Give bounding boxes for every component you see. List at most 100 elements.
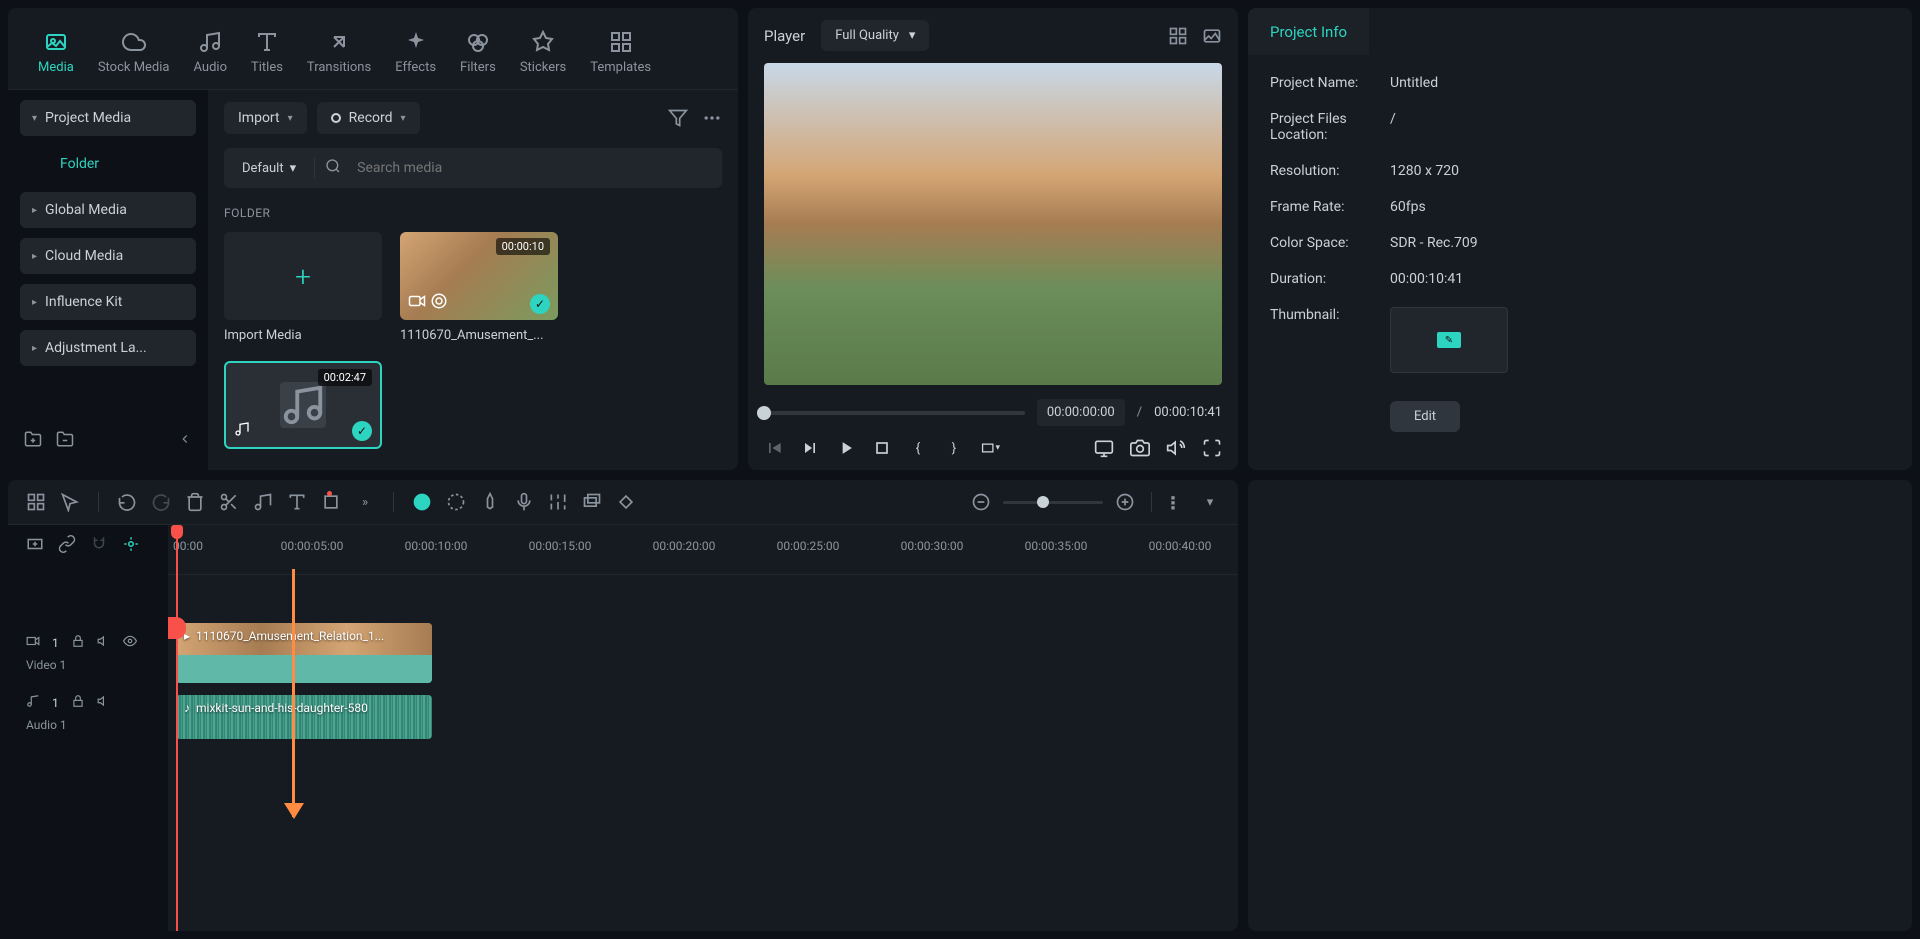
zoom-in-icon[interactable] bbox=[1115, 492, 1135, 512]
info-label-colorspace: Color Space: bbox=[1270, 235, 1390, 251]
expand-icon[interactable]: » bbox=[355, 492, 375, 512]
info-label-framerate: Frame Rate: bbox=[1270, 199, 1390, 215]
step-back-icon[interactable] bbox=[800, 438, 820, 458]
magnet-icon[interactable] bbox=[90, 533, 108, 555]
layout-icon[interactable] bbox=[26, 492, 46, 512]
mark-out-icon[interactable]: } bbox=[944, 438, 964, 458]
link-icon[interactable] bbox=[58, 533, 76, 555]
sidebar-item-global-media[interactable]: ▸Global Media bbox=[20, 192, 196, 228]
thumbnail-preview[interactable]: ✎ bbox=[1390, 307, 1508, 373]
render-icon[interactable] bbox=[446, 492, 466, 512]
crop-icon[interactable] bbox=[321, 492, 341, 512]
auto-ripple-icon[interactable] bbox=[122, 533, 140, 555]
chevron-down-icon: ▾ bbox=[288, 113, 293, 124]
quality-select[interactable]: Full Quality▾ bbox=[821, 20, 929, 51]
split-icon[interactable] bbox=[219, 492, 239, 512]
audio-tool-icon[interactable] bbox=[253, 492, 273, 512]
sidebar-item-folder[interactable]: Folder bbox=[20, 146, 196, 182]
mixer-icon[interactable] bbox=[548, 492, 568, 512]
mic-icon[interactable] bbox=[514, 492, 534, 512]
caret-right-icon: ▸ bbox=[32, 251, 37, 262]
tab-titles[interactable]: Titles bbox=[241, 24, 293, 81]
video-track-icon bbox=[26, 634, 40, 652]
empty-right-panel bbox=[1248, 480, 1912, 931]
audio-clip[interactable]: ♪mixkit-sun-and-his-daughter-580 bbox=[176, 695, 432, 739]
ai-icon[interactable] bbox=[412, 492, 432, 512]
chevron-down-icon: ▾ bbox=[909, 28, 916, 43]
redo-icon[interactable] bbox=[151, 492, 171, 512]
new-folder-icon[interactable] bbox=[24, 430, 42, 452]
text-tool-icon[interactable] bbox=[287, 492, 307, 512]
folder-heading: FOLDER bbox=[224, 206, 722, 220]
stop-icon[interactable] bbox=[872, 438, 892, 458]
prev-frame-icon[interactable] bbox=[764, 438, 784, 458]
fullscreen-icon[interactable] bbox=[1202, 438, 1222, 458]
info-label-duration: Duration: bbox=[1270, 271, 1390, 287]
timecode-current: 00:00:00:00 bbox=[1037, 399, 1125, 426]
mute-icon[interactable] bbox=[97, 694, 111, 712]
preview-viewport[interactable] bbox=[764, 63, 1222, 385]
sort-button[interactable]: Default▾ bbox=[234, 157, 304, 180]
group-icon[interactable] bbox=[582, 492, 602, 512]
tab-project-info[interactable]: Project Info bbox=[1248, 8, 1369, 55]
tab-templates[interactable]: Templates bbox=[580, 24, 661, 81]
delete-icon[interactable] bbox=[185, 492, 205, 512]
lock-icon[interactable] bbox=[71, 634, 85, 652]
edit-button[interactable]: Edit bbox=[1390, 401, 1460, 432]
scrub-handle[interactable] bbox=[757, 406, 771, 420]
tab-audio[interactable]: Audio bbox=[184, 24, 237, 81]
mark-in-icon[interactable]: { bbox=[908, 438, 928, 458]
sidebar-item-cloud-media[interactable]: ▸Cloud Media bbox=[20, 238, 196, 274]
ratio-icon[interactable]: ▾ bbox=[980, 438, 1000, 458]
volume-icon[interactable] bbox=[1166, 438, 1186, 458]
sidebar-item-adjustment-layer[interactable]: ▸Adjustment La... bbox=[20, 330, 196, 366]
search-input[interactable] bbox=[351, 154, 712, 182]
zoom-out-icon[interactable] bbox=[971, 492, 991, 512]
tab-media[interactable]: Media bbox=[28, 24, 84, 81]
track-video-1-controls: 1 Video 1 bbox=[8, 619, 168, 687]
scope-icon[interactable] bbox=[1202, 24, 1222, 48]
info-label-location: Project Files Location: bbox=[1270, 111, 1390, 143]
mute-icon[interactable] bbox=[97, 634, 111, 652]
media-item-audio[interactable]: 00:02:47 ✓ bbox=[224, 361, 382, 449]
import-button[interactable]: Import▾ bbox=[224, 102, 307, 134]
collapse-sidebar-icon[interactable] bbox=[178, 432, 192, 450]
tab-stock-media[interactable]: Stock Media bbox=[88, 24, 180, 81]
filter-icon[interactable] bbox=[668, 106, 688, 130]
timeline-tracks[interactable]: 00:00 00:00:05:00 00:00:10:00 00:00:15:0… bbox=[168, 525, 1238, 931]
zoom-handle[interactable] bbox=[1037, 496, 1049, 508]
media-item-import[interactable]: + Import Media bbox=[224, 232, 382, 343]
caret-right-icon: ▸ bbox=[32, 297, 37, 308]
undo-icon[interactable] bbox=[117, 492, 137, 512]
delete-folder-icon[interactable] bbox=[56, 430, 74, 452]
add-track-icon[interactable] bbox=[26, 533, 44, 555]
record-button[interactable]: Record▾ bbox=[317, 102, 420, 134]
grid-view-icon[interactable] bbox=[1168, 24, 1188, 48]
visibility-icon[interactable] bbox=[123, 634, 137, 652]
dropdown-icon[interactable]: ▾ bbox=[1200, 492, 1220, 512]
snapshot-icon[interactable] bbox=[1130, 438, 1150, 458]
zoom-slider[interactable] bbox=[1003, 501, 1103, 504]
sidebar-item-project-media[interactable]: ▾Project Media bbox=[20, 100, 196, 136]
sidebar-item-influence-kit[interactable]: ▸Influence Kit bbox=[20, 284, 196, 320]
timeline-ruler[interactable]: 00:00 00:00:05:00 00:00:10:00 00:00:15:0… bbox=[168, 525, 1238, 575]
lock-icon[interactable] bbox=[71, 694, 85, 712]
view-options-icon[interactable] bbox=[1168, 492, 1188, 512]
more-icon[interactable] bbox=[702, 106, 722, 130]
media-item-video[interactable]: 00:00:10 ✓ 1110670_Amusement_... bbox=[400, 232, 558, 343]
marker-icon[interactable] bbox=[480, 492, 500, 512]
video-clip[interactable]: ▸1110670_Amusement_Relation_1... bbox=[176, 623, 432, 683]
tab-filters[interactable]: Filters bbox=[450, 24, 506, 81]
sparkle-icon bbox=[404, 30, 428, 54]
display-icon[interactable] bbox=[1094, 438, 1114, 458]
scrub-bar[interactable] bbox=[764, 411, 1025, 415]
cursor-icon[interactable] bbox=[60, 492, 80, 512]
tab-stickers[interactable]: Stickers bbox=[510, 24, 576, 81]
play-icon[interactable] bbox=[836, 438, 856, 458]
audio-badge-icon bbox=[234, 421, 250, 441]
track-controls: 1 Video 1 1 Audio 1 bbox=[8, 525, 168, 931]
tab-effects[interactable]: Effects bbox=[385, 24, 446, 81]
playhead[interactable] bbox=[176, 525, 178, 931]
tab-transitions[interactable]: Transitions bbox=[297, 24, 381, 81]
keyframe-icon[interactable] bbox=[616, 492, 636, 512]
